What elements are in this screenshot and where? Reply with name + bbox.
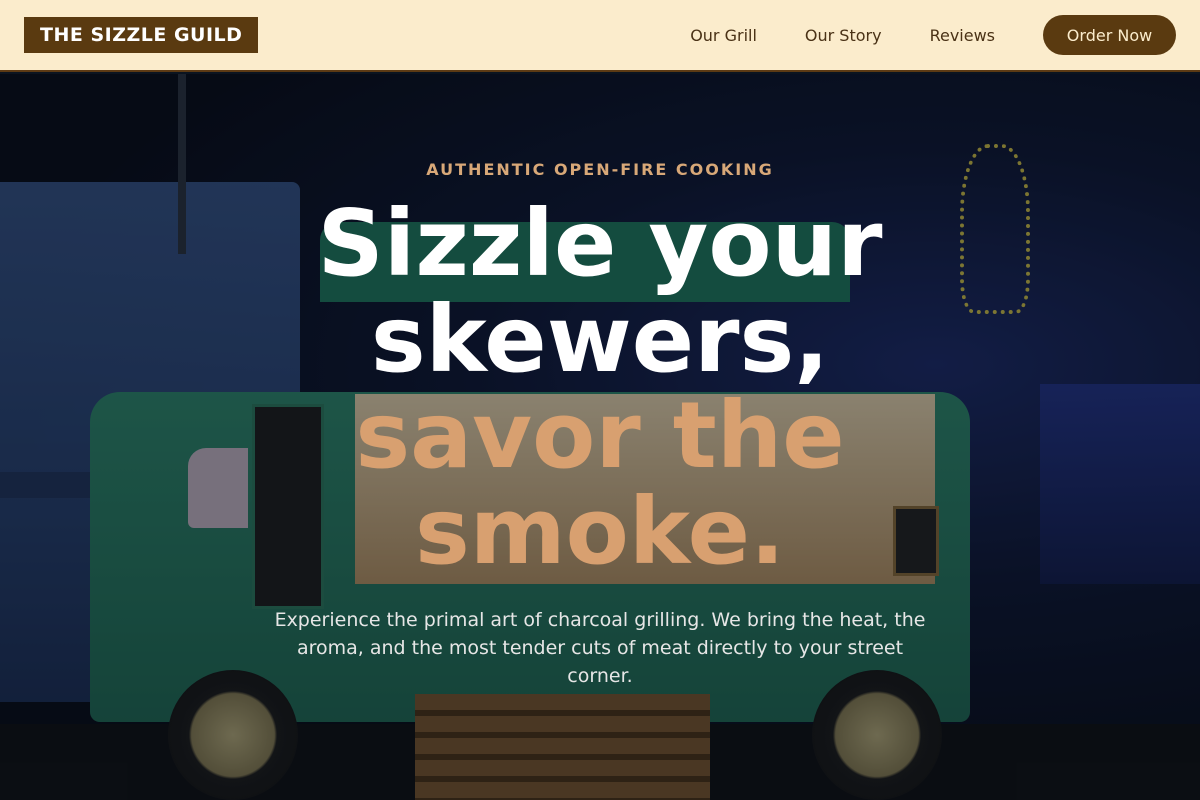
site-logo[interactable]: THE SIZZLE GUILD [24,17,259,53]
hero-section: AUTHENTIC OPEN-FIRE COOKING Sizzle your … [0,74,1200,800]
nav-link-reviews[interactable]: Reviews [930,26,995,45]
headline-line-1: Sizzle your [317,190,883,297]
order-now-button[interactable]: Order Now [1043,15,1176,55]
headline-line-2: skewers, [370,286,830,393]
hero-eyebrow: AUTHENTIC OPEN-FIRE COOKING [426,160,774,179]
site-header: THE SIZZLE GUILD Our Grill Our Story Rev… [0,0,1200,72]
hero-headline: Sizzle your skewers, savor the smoke. [200,196,1000,580]
main-nav: Our Grill Our Story Reviews Order Now [690,15,1176,55]
headline-line-4: smoke. [415,478,785,585]
nav-link-our-story[interactable]: Our Story [805,26,882,45]
headline-line-3: savor the [355,382,845,489]
hero-subtext: Experience the primal art of charcoal gr… [274,609,926,687]
nav-link-our-grill[interactable]: Our Grill [690,26,757,45]
